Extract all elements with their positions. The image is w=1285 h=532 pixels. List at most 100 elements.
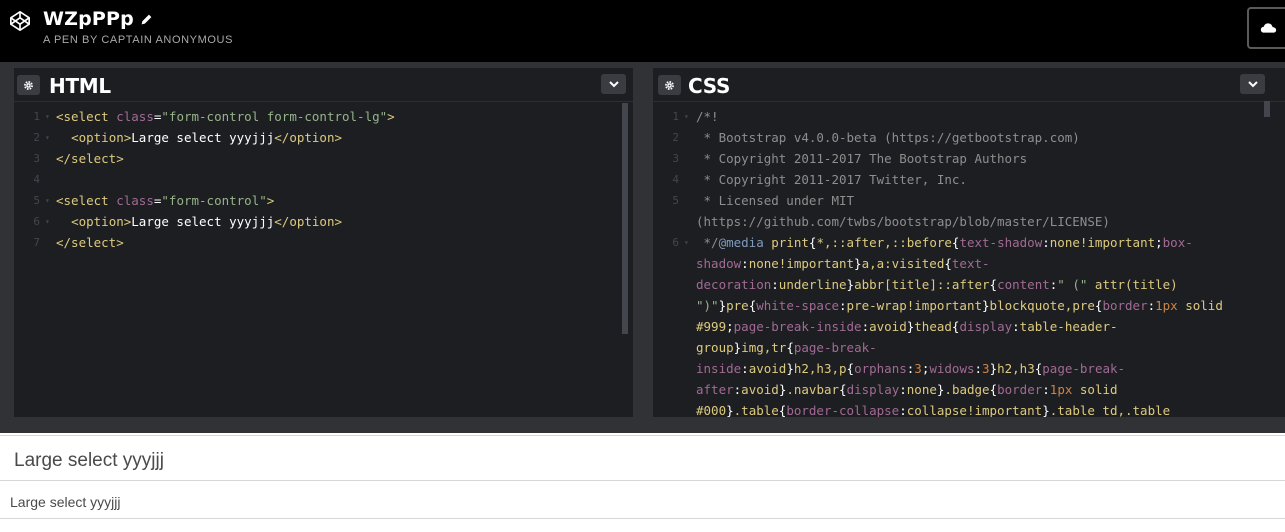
code-token: *,::after,::before [816, 235, 952, 250]
edit-pencil-icon[interactable] [140, 13, 153, 26]
fold-arrow-icon[interactable]: ▾ [684, 106, 689, 127]
code-text: </select> [56, 148, 124, 169]
code-line[interactable]: 2 ▾ <option>Large select yyyjjj</option> [14, 127, 633, 148]
code-token: 1px [1049, 382, 1073, 397]
code-text: after:avoid}.navbar{display:none}.badge{… [696, 379, 1118, 400]
code-token: none [906, 382, 937, 397]
code-line[interactable]: 4 * Copyright 2011-2017 Twitter, Inc. [653, 169, 1285, 190]
code-line[interactable]: shadow:none!important}a,a:visited{text- [653, 253, 1285, 274]
code-line[interactable]: 6 ▾ */@media print{*,::after,::before{tex… [653, 232, 1285, 253]
pane-resizer[interactable] [633, 68, 653, 417]
code-line[interactable]: decoration:underline}abbr[title]::after{… [653, 274, 1285, 295]
code-line[interactable]: 5 ▾ <select class="form-control"> [14, 190, 633, 211]
code-line[interactable]: 5 * Licensed under MIT [653, 190, 1285, 211]
fold-arrow-icon[interactable]: ▾ [45, 106, 50, 127]
css-settings-button[interactable] [658, 75, 681, 95]
code-text: <option>Large select yyyjjj</option> [56, 127, 342, 148]
code-token: > [266, 193, 275, 208]
result-preview: Large select yyyjjj Large select yyyjjj [0, 433, 1285, 532]
fold-arrow-icon[interactable]: ▾ [45, 190, 50, 211]
fold-arrow-icon[interactable]: ▾ [45, 211, 50, 232]
code-token: <option> [71, 214, 132, 229]
code-token: : [899, 382, 907, 397]
save-cloud-button[interactable] [1247, 7, 1285, 49]
code-token: { [944, 256, 952, 271]
code-token: Large select yyyjjj [131, 214, 275, 229]
code-token: : [1012, 319, 1020, 334]
large-select[interactable]: Large select yyyjjj [0, 435, 1285, 481]
code-token: "form-control form-control-lg" [161, 109, 388, 124]
code-line[interactable]: ")"}pre{white-space:pre-wrap!important}b… [653, 295, 1285, 316]
code-token: pre [726, 298, 749, 313]
code-line[interactable]: group}img,tr{page-break- [653, 337, 1285, 358]
code-line[interactable]: 7 </select> [14, 232, 633, 253]
css-pane-menu-button[interactable] [1240, 74, 1265, 94]
html-settings-button[interactable] [17, 75, 40, 95]
code-token: white-space [756, 298, 840, 313]
fold-arrow-icon[interactable]: ▾ [684, 232, 689, 253]
css-scrollbar[interactable] [1264, 101, 1270, 117]
code-line[interactable]: 1 ▾ <select class="form-control form-contr… [14, 106, 633, 127]
line-number: 3 [672, 152, 679, 165]
pen-title[interactable]: WZpPPp [43, 8, 134, 30]
code-text: ")"}pre{white-space:pre-wrap!important}b… [696, 295, 1223, 316]
line-number: 4 [672, 173, 679, 186]
html-scrollbar[interactable] [622, 103, 628, 334]
code-token: : [861, 319, 870, 334]
code-token: content [997, 277, 1050, 292]
normal-select-value: Large select yyyjjj [10, 494, 121, 510]
html-pane-menu-button[interactable] [601, 74, 626, 94]
code-line[interactable]: 4 [14, 169, 633, 190]
code-token: Large select yyyjjj [131, 130, 275, 145]
codepen-logo-icon[interactable] [9, 10, 31, 32]
code-token: avoid [748, 361, 787, 376]
code-token: shadow [696, 256, 742, 271]
code-token: #000 [696, 403, 727, 417]
code-line[interactable]: 2 * Bootstrap v4.0.0-beta (https://getbo… [653, 127, 1285, 148]
code-line[interactable]: 3 </select> [14, 148, 633, 169]
code-token: text- [951, 256, 990, 271]
code-token: } [854, 256, 862, 271]
code-line[interactable]: #000}.table{border-collapse:collapse!imp… [653, 400, 1285, 417]
html-code-editor[interactable]: 1 ▾ <select class="form-control form-contr… [14, 106, 633, 417]
code-token: page-break- [793, 340, 877, 355]
code-line[interactable]: 6 ▾ <option>Large select yyyjjj</option> [14, 211, 633, 232]
code-token: > [387, 109, 395, 124]
code-token: : [741, 256, 749, 271]
code-token: 1px [1155, 298, 1178, 313]
line-number: 6 [672, 236, 679, 249]
code-token: * Licensed under MIT [696, 193, 855, 208]
fold-arrow-icon[interactable]: ▾ [45, 127, 50, 148]
code-line[interactable]: inside:avoid}h2,h3,p{orphans:3;widows:3}… [653, 358, 1285, 379]
code-token: img,tr [741, 340, 787, 355]
code-token: */ [696, 235, 719, 250]
code-line[interactable]: after:avoid}.navbar{display:none}.badge{… [653, 379, 1285, 400]
editor-preview-divider[interactable] [0, 417, 1285, 433]
code-token: border-collapse [786, 403, 900, 417]
line-number: 1 [672, 110, 679, 123]
code-line[interactable]: 1 ▾ /*! [653, 106, 1285, 127]
code-token: border [997, 382, 1043, 397]
line-number: 5 [33, 194, 40, 207]
code-token: class [116, 109, 154, 124]
code-token: </option> [274, 214, 343, 229]
code-line[interactable]: 3 * Copyright 2011-2017 The Bootstrap Au… [653, 148, 1285, 169]
code-token: attr(title) [1094, 277, 1178, 292]
line-number: 2 [33, 131, 40, 144]
code-token: a,a:visited [861, 256, 945, 271]
code-token: text-shadow [959, 235, 1043, 250]
code-line[interactable]: (https://github.com/twbs/bootstrap/blob/… [653, 211, 1285, 232]
code-token: (https://github.com/twbs/bootstrap/blob/… [696, 214, 1110, 229]
code-text: * Bootstrap v4.0.0-beta (https://getboot… [696, 127, 1080, 148]
css-code-editor[interactable]: 1 ▾ /*! 2 * Bootstrap v4.0.0-beta (https://… [653, 106, 1285, 417]
code-token: orphans [854, 361, 907, 376]
code-line[interactable]: #999;page-break-inside:avoid}thead{displ… [653, 316, 1285, 337]
normal-select[interactable]: Large select yyyjjj [0, 483, 1285, 519]
code-token: * Copyright 2011-2017 Twitter, Inc. [696, 172, 967, 187]
code-token: .badge [944, 382, 990, 397]
code-text: </select> [56, 232, 124, 253]
code-token: } [989, 361, 998, 376]
code-text: /*! [696, 106, 719, 127]
code-token: : [741, 361, 749, 376]
code-token: : [771, 277, 779, 292]
